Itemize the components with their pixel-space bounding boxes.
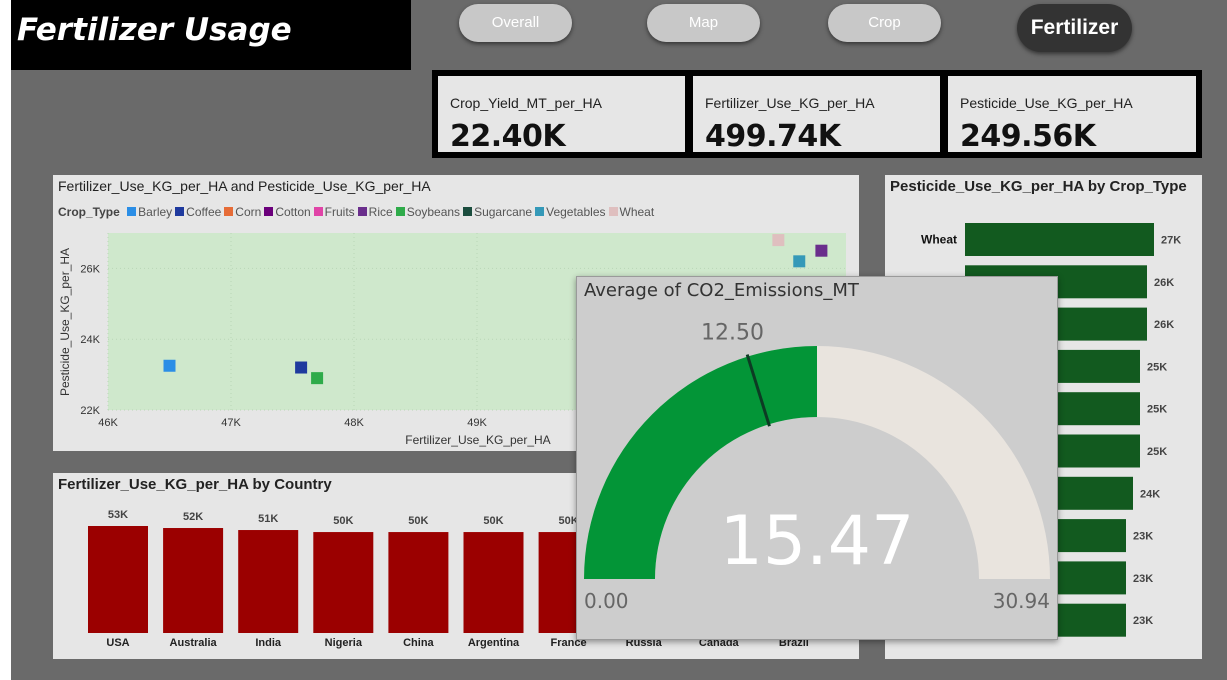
country-bar-value: 53K [108,509,128,521]
dashboard-title-banner: Fertilizer Usage [11,0,411,70]
co2-gauge-card[interactable]: Average of CO2_Emissions_MT 12.50 15.47 0.… [576,276,1058,640]
crop-bar-value: 26K [1154,319,1174,331]
country-bar [163,528,224,633]
country-tick-label: China [403,637,434,649]
country-tick-label: Australia [170,637,218,649]
country-bar-value: 50K [408,515,428,527]
co2-gauge: 12.50 15.47 0.00 30.94 [584,320,1050,613]
dashboard-title: Fertilizer Usage [17,12,292,48]
x-tick-label: 46K [98,417,118,429]
country-bar [313,532,374,633]
crop-bar-value: 25K [1147,404,1167,416]
nav-fertilizer-button[interactable]: Fertilizer [1017,4,1132,52]
crop-bar-value: 24K [1140,488,1160,500]
country-bar-value: 50K [333,515,353,527]
y-tick-label: 24K [80,334,100,346]
country-bar [388,532,449,633]
crop-bar-value: 23K [1133,573,1153,585]
kpi-label: Fertilizer_Use_KG_per_HA [705,95,875,111]
gauge-max-label: 30.94 [993,589,1050,613]
scatter-point-barley [163,359,176,372]
crop-bar-value: 23K [1133,615,1153,627]
country-bar-value: 50K [483,515,503,527]
kpi-pesticide-card: Pesticide_Use_KG_per_HA 249.56K [948,76,1196,154]
x-tick-label: 47K [221,417,241,429]
scatter-point-wheat [772,234,785,247]
scatter-point-coffee [295,361,308,374]
country-tick-label: Argentina [468,637,520,649]
y-tick-label: 26K [80,263,100,275]
gauge-target-label: 12.50 [701,320,764,345]
kpi-strip: Crop_Yield_MT_per_HA 22.40K Fertilizer_U… [432,70,1202,158]
nav-map-button[interactable]: Map [647,4,760,42]
kpi-value: 22.40K [450,119,566,154]
country-bar [88,526,148,633]
kpi-label: Crop_Yield_MT_per_HA [450,95,602,111]
x-tick-label: 49K [467,417,487,429]
crop-bar-value: 25K [1147,361,1167,373]
country-tick-label: Nigeria [325,637,363,649]
scatter-point-vegetables [793,255,806,268]
country-bar [238,530,299,633]
kpi-label: Pesticide_Use_KG_per_HA [960,95,1133,111]
scatter-point-soybeans [311,372,324,385]
country-bar [463,532,524,633]
x-tick-label: 48K [344,417,364,429]
y-axis-label: Pesticide_Use_KG_per_HA [58,248,72,396]
gauge-value-label: 15.47 [720,502,915,581]
crop-bar-value: 25K [1147,446,1167,458]
crop-bar-value: 23K [1133,531,1153,543]
nav-overall-button[interactable]: Overall [459,4,572,42]
kpi-value: 249.56K [960,119,1096,154]
crop-bar-value: 27K [1161,235,1181,247]
crop-tick-label: Wheat [921,233,957,247]
y-tick-label: 22K [80,405,100,417]
crop-bar-value: 26K [1154,277,1174,289]
gauge-min-label: 0.00 [584,589,629,613]
country-tick-label: India [255,637,282,649]
kpi-value: 499.74K [705,119,841,154]
x-axis-label: Fertilizer_Use_KG_per_HA [405,433,550,447]
kpi-crop-yield-card: Crop_Yield_MT_per_HA 22.40K [438,76,685,154]
country-bar-value: 51K [258,513,278,525]
scatter-point-rice [815,244,828,257]
crop-bar [965,223,1154,256]
nav-crop-button[interactable]: Crop [828,4,941,42]
kpi-fertilizer-card: Fertilizer_Use_KG_per_HA 499.74K [693,76,940,154]
country-bar-value: 52K [183,511,203,523]
country-tick-label: USA [106,637,129,649]
